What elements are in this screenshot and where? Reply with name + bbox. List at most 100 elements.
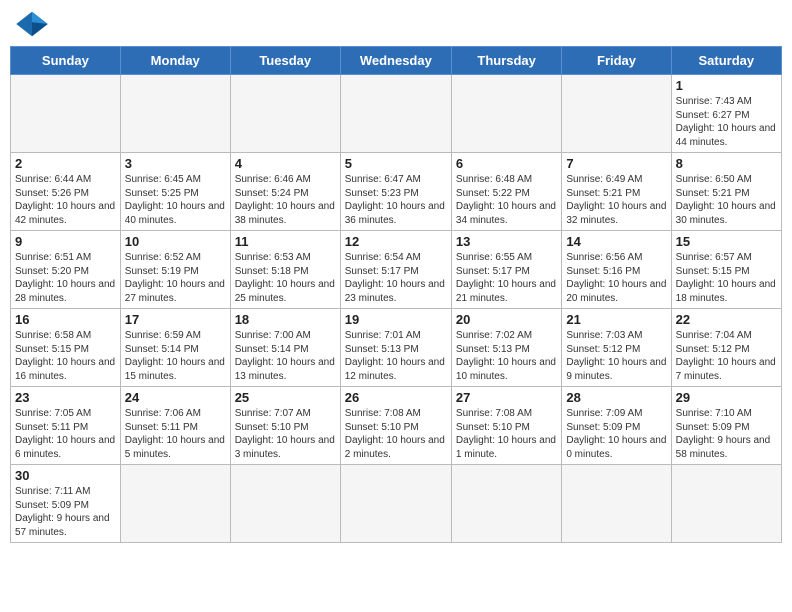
day-number: 17 [125,312,226,327]
calendar-cell: 18 Sunrise: 7:00 AM Sunset: 5:14 PM Dayli… [230,309,340,387]
weekday-header-monday: Monday [120,47,230,75]
calendar-cell: 10Sunrise: 6:52 AM Sunset: 5:19 PM Dayli… [120,231,230,309]
day-info: Sunrise: 6:56 AM Sunset: 5:16 PM Dayligh… [566,251,666,305]
day-info: Sunrise: 7:00 AM Sunset: 5:14 PM Dayligh… [235,329,336,383]
calendar-cell [562,465,671,543]
calendar-cell [671,465,781,543]
weekday-header-friday: Friday [562,47,671,75]
day-info: Sunrise: 6:55 AM Sunset: 5:17 PM Dayligh… [456,251,557,305]
week-row-3: 16 Sunrise: 6:58 AM Sunset: 5:15 PM Dayli… [11,309,782,387]
calendar-cell: 24 Sunrise: 7:06 AM Sunset: 5:11 PM Dayli… [120,387,230,465]
day-info: Sunrise: 6:44 AM Sunset: 5:26 PM Dayligh… [15,173,116,227]
day-info: Sunrise: 6:49 AM Sunset: 5:21 PM Dayligh… [566,173,666,227]
header [10,10,782,38]
day-info: Sunrise: 6:58 AM Sunset: 5:15 PM Dayligh… [15,329,116,383]
calendar-cell: 11 Sunrise: 6:53 AM Sunset: 5:18 PM Dayli… [230,231,340,309]
day-number: 16 [15,312,116,327]
weekday-header-sunday: Sunday [11,47,121,75]
day-number: 9 [15,234,116,249]
day-info: Sunrise: 6:47 AM Sunset: 5:23 PM Dayligh… [345,173,447,227]
calendar-cell: 9 Sunrise: 6:51 AM Sunset: 5:20 PM Daylig… [11,231,121,309]
day-number: 29 [676,390,777,405]
day-number: 25 [235,390,336,405]
day-number: 27 [456,390,557,405]
day-info: Sunrise: 7:02 AM Sunset: 5:13 PM Dayligh… [456,329,557,383]
calendar-cell: 3Sunrise: 6:45 AM Sunset: 5:25 PM Daylig… [120,153,230,231]
week-row-5: 30Sunrise: 7:11 AM Sunset: 5:09 PM Dayli… [11,465,782,543]
week-row-0: 1Sunrise: 7:43 AM Sunset: 6:27 PM Daylig… [11,75,782,153]
day-info: Sunrise: 7:05 AM Sunset: 5:11 PM Dayligh… [15,407,116,461]
day-info: Sunrise: 7:43 AM Sunset: 6:27 PM Dayligh… [676,95,777,149]
day-info: Sunrise: 6:46 AM Sunset: 5:24 PM Dayligh… [235,173,336,227]
day-info: Sunrise: 7:08 AM Sunset: 5:10 PM Dayligh… [456,407,557,461]
day-number: 13 [456,234,557,249]
day-number: 2 [15,156,116,171]
day-number: 20 [456,312,557,327]
day-number: 15 [676,234,777,249]
day-number: 24 [125,390,226,405]
day-number: 26 [345,390,447,405]
calendar-cell: 29 Sunrise: 7:10 AM Sunset: 5:09 PM Dayli… [671,387,781,465]
calendar-cell [120,465,230,543]
calendar-cell: 16 Sunrise: 6:58 AM Sunset: 5:15 PM Dayli… [11,309,121,387]
calendar-cell [120,75,230,153]
logo-icon [14,10,50,38]
weekday-header-tuesday: Tuesday [230,47,340,75]
calendar-cell [562,75,671,153]
day-number: 28 [566,390,666,405]
calendar-cell: 4 Sunrise: 6:46 AM Sunset: 5:24 PM Daylig… [230,153,340,231]
calendar-cell: 20 Sunrise: 7:02 AM Sunset: 5:13 PM Dayli… [451,309,561,387]
day-number: 10 [125,234,226,249]
calendar-cell [451,75,561,153]
day-info: Sunrise: 7:08 AM Sunset: 5:10 PM Dayligh… [345,407,447,461]
day-info: Sunrise: 6:50 AM Sunset: 5:21 PM Dayligh… [676,173,777,227]
calendar-cell: 5 Sunrise: 6:47 AM Sunset: 5:23 PM Daylig… [340,153,451,231]
day-number: 12 [345,234,447,249]
calendar-cell: 19Sunrise: 7:01 AM Sunset: 5:13 PM Dayli… [340,309,451,387]
day-number: 8 [676,156,777,171]
calendar-cell: 22 Sunrise: 7:04 AM Sunset: 5:12 PM Dayli… [671,309,781,387]
day-number: 4 [235,156,336,171]
day-info: Sunrise: 6:48 AM Sunset: 5:22 PM Dayligh… [456,173,557,227]
calendar-cell: 8 Sunrise: 6:50 AM Sunset: 5:21 PM Daylig… [671,153,781,231]
calendar-cell: 27 Sunrise: 7:08 AM Sunset: 5:10 PM Dayli… [451,387,561,465]
calendar-cell: 17Sunrise: 6:59 AM Sunset: 5:14 PM Dayli… [120,309,230,387]
day-info: Sunrise: 7:07 AM Sunset: 5:10 PM Dayligh… [235,407,336,461]
day-info: Sunrise: 6:53 AM Sunset: 5:18 PM Dayligh… [235,251,336,305]
day-info: Sunrise: 7:01 AM Sunset: 5:13 PM Dayligh… [345,329,447,383]
logo [14,10,54,38]
day-info: Sunrise: 7:04 AM Sunset: 5:12 PM Dayligh… [676,329,777,383]
calendar-cell: 6 Sunrise: 6:48 AM Sunset: 5:22 PM Daylig… [451,153,561,231]
day-info: Sunrise: 7:03 AM Sunset: 5:12 PM Dayligh… [566,329,666,383]
day-number: 5 [345,156,447,171]
week-row-1: 2 Sunrise: 6:44 AM Sunset: 5:26 PM Daylig… [11,153,782,231]
day-info: Sunrise: 6:57 AM Sunset: 5:15 PM Dayligh… [676,251,777,305]
week-row-2: 9 Sunrise: 6:51 AM Sunset: 5:20 PM Daylig… [11,231,782,309]
calendar-cell: 30Sunrise: 7:11 AM Sunset: 5:09 PM Dayli… [11,465,121,543]
day-number: 18 [235,312,336,327]
day-number: 11 [235,234,336,249]
day-info: Sunrise: 7:11 AM Sunset: 5:09 PM Dayligh… [15,485,116,539]
calendar-cell: 23Sunrise: 7:05 AM Sunset: 5:11 PM Dayli… [11,387,121,465]
calendar-cell: 12Sunrise: 6:54 AM Sunset: 5:17 PM Dayli… [340,231,451,309]
calendar-cell: 28Sunrise: 7:09 AM Sunset: 5:09 PM Dayli… [562,387,671,465]
weekday-header-thursday: Thursday [451,47,561,75]
day-number: 7 [566,156,666,171]
calendar-cell [340,75,451,153]
day-info: Sunrise: 6:51 AM Sunset: 5:20 PM Dayligh… [15,251,116,305]
calendar-cell: 2 Sunrise: 6:44 AM Sunset: 5:26 PM Daylig… [11,153,121,231]
calendar: SundayMondayTuesdayWednesdayThursdayFrid… [10,46,782,543]
day-number: 21 [566,312,666,327]
day-number: 22 [676,312,777,327]
day-number: 14 [566,234,666,249]
day-info: Sunrise: 7:10 AM Sunset: 5:09 PM Dayligh… [676,407,777,461]
calendar-cell: 1Sunrise: 7:43 AM Sunset: 6:27 PM Daylig… [671,75,781,153]
day-info: Sunrise: 7:06 AM Sunset: 5:11 PM Dayligh… [125,407,226,461]
calendar-cell: 25 Sunrise: 7:07 AM Sunset: 5:10 PM Dayli… [230,387,340,465]
day-number: 6 [456,156,557,171]
calendar-cell: 13 Sunrise: 6:55 AM Sunset: 5:17 PM Dayli… [451,231,561,309]
day-number: 3 [125,156,226,171]
calendar-cell: 26 Sunrise: 7:08 AM Sunset: 5:10 PM Dayli… [340,387,451,465]
weekday-header-wednesday: Wednesday [340,47,451,75]
calendar-cell: 15 Sunrise: 6:57 AM Sunset: 5:15 PM Dayli… [671,231,781,309]
